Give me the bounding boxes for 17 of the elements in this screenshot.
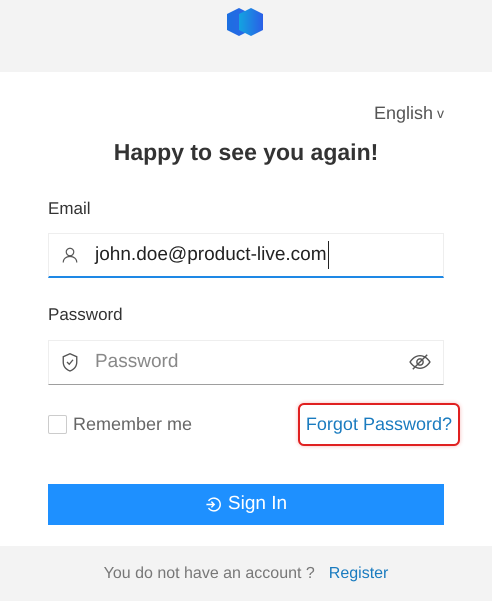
- eye-slash-icon[interactable]: [409, 353, 431, 371]
- password-input[interactable]: Password: [95, 348, 393, 376]
- sign-in-icon: [204, 496, 222, 512]
- email-label: Email: [48, 198, 91, 220]
- password-field[interactable]: Password: [48, 340, 444, 384]
- email-field[interactable]: john.doe@product-live.com: [48, 233, 444, 278]
- language-selector[interactable]: English v: [374, 100, 444, 127]
- shield-icon: [61, 352, 79, 372]
- no-account-text: You do not have an account ?: [104, 564, 315, 584]
- sign-in-button[interactable]: Sign In: [48, 484, 444, 524]
- user-icon: [61, 246, 79, 264]
- page-title: Happy to see you again!: [112, 138, 380, 167]
- forgot-password-link[interactable]: Forgot Password?: [298, 402, 460, 446]
- password-label: Password: [48, 304, 123, 326]
- remember-checkbox[interactable]: [48, 414, 67, 434]
- remember-label: Remember me: [73, 412, 192, 436]
- register-link[interactable]: Register: [328, 562, 388, 586]
